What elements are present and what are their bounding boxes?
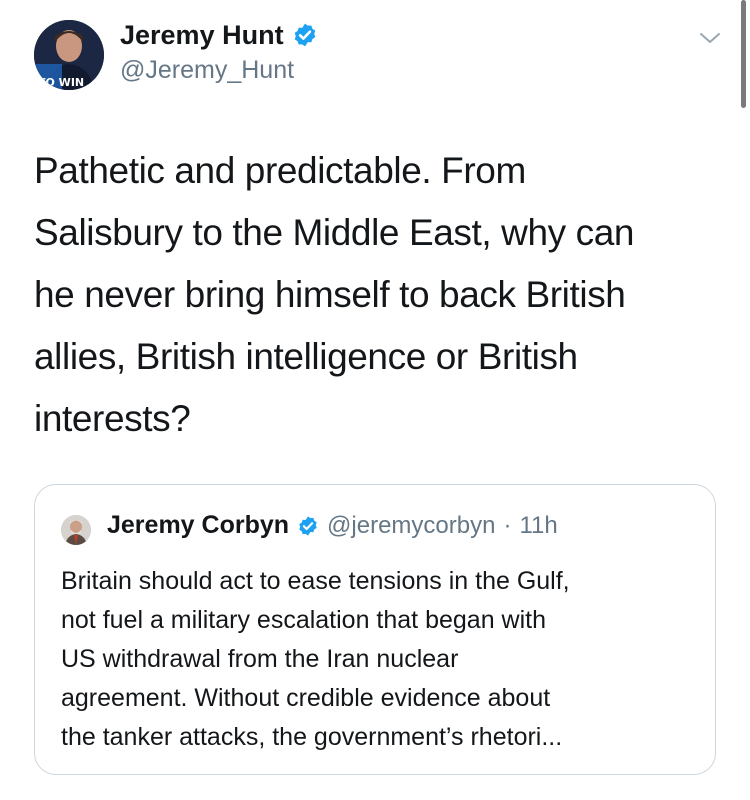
scrollbar[interactable]: [741, 0, 746, 108]
tweet-view: TO WIN Jeremy Hunt @Jeremy_Hunt Pathetic…: [0, 0, 750, 800]
quoted-author-name: Jeremy Corbyn: [107, 511, 290, 539]
avatar-caption: TO WIN: [38, 76, 84, 89]
author-avatar[interactable]: TO WIN: [34, 20, 104, 90]
quoted-tweet-header: Jeremy Corbyn @jeremycorbyn · 11h: [107, 511, 558, 540]
author-name[interactable]: Jeremy Hunt: [120, 20, 284, 51]
verified-badge-icon: [294, 23, 315, 47]
quoted-avatar-image: [61, 515, 91, 545]
quoted-tweet-time: 11h: [519, 511, 558, 539]
quoted-author-handle: @jeremycorbyn: [327, 511, 496, 539]
author-name-row: Jeremy Hunt: [120, 18, 318, 52]
author-handle[interactable]: @Jeremy_Hunt: [120, 56, 318, 85]
separator-dot: ·: [503, 511, 512, 539]
quoted-tweet-text: Britain should act to ease tensions in t…: [61, 567, 570, 751]
avatar-image: TO WIN: [34, 20, 104, 90]
quoted-author-avatar: [61, 515, 91, 545]
chevron-down-icon[interactable]: [698, 26, 722, 50]
verified-badge-icon: [299, 515, 317, 536]
quoted-tweet-card[interactable]: Jeremy Corbyn @jeremycorbyn · 11h Britai…: [34, 484, 716, 775]
tweet-author: Jeremy Hunt @Jeremy_Hunt: [120, 18, 318, 85]
tweet-text: Pathetic and predictable. From Salisbury…: [34, 150, 635, 439]
